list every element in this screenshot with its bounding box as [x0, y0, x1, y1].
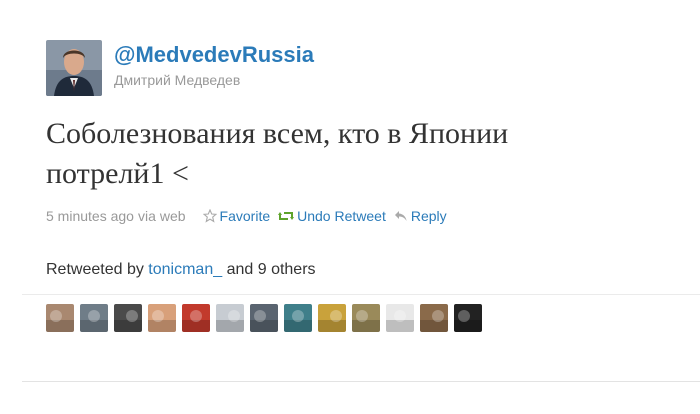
retweeted-by-suffix: and 9 others	[226, 261, 316, 278]
retweeter-link[interactable]: tonicman_	[148, 261, 222, 278]
user-avatar-icon	[250, 304, 278, 332]
retweeter-avatar[interactable]	[114, 304, 142, 332]
user-avatar-icon	[386, 304, 414, 332]
user-avatar-icon	[420, 304, 448, 332]
undo-retweet-button[interactable]: Undo Retweet	[278, 207, 386, 225]
star-icon	[202, 209, 217, 223]
retweeter-avatar[interactable]	[420, 304, 448, 332]
retweeted-by: Retweeted by tonicman_ and 9 others	[46, 260, 316, 280]
favorite-label: Favorite	[219, 208, 271, 224]
user-avatar-icon	[284, 304, 312, 332]
timestamp-link[interactable]: 5 minutes ago	[46, 207, 134, 225]
user-avatar-icon	[114, 304, 142, 332]
retweeter-avatar[interactable]	[318, 304, 346, 332]
via-label: via	[137, 208, 156, 224]
retweeter-avatar[interactable]	[250, 304, 278, 332]
tweet-text-line-2: потрелй1 <	[46, 157, 189, 190]
favorite-button[interactable]: Favorite	[202, 207, 271, 225]
reply-icon	[394, 211, 407, 221]
undo-retweet-label: Undo Retweet	[297, 208, 386, 224]
tweet-text: Соболезнования всем, кто в Японии потрелй…	[46, 114, 666, 194]
retweeted-by-prefix: Retweeted by	[46, 261, 144, 278]
reply-button[interactable]: Reply	[394, 207, 447, 225]
divider	[22, 294, 700, 295]
retweeter-avatar[interactable]	[182, 304, 210, 332]
source-link[interactable]: web	[160, 207, 186, 225]
tweet-page: @MedvedevRussia Дмитрий Медведев Соболез…	[0, 0, 700, 414]
user-avatar-icon	[46, 304, 74, 332]
retweeter-avatar[interactable]	[216, 304, 244, 332]
tweet-header: @MedvedevRussia Дмитрий Медведев	[46, 40, 314, 96]
retweeter-avatar[interactable]	[454, 304, 482, 332]
divider	[22, 381, 700, 382]
retweeter-avatar[interactable]	[386, 304, 414, 332]
full-name: Дмитрий Медведев	[114, 72, 241, 88]
screen-name-link[interactable]: @MedvedevRussia	[114, 42, 314, 68]
retweet-icon	[278, 212, 295, 220]
profile-avatar-image	[46, 40, 102, 96]
user-avatar-icon	[454, 304, 482, 332]
retweeter-avatar[interactable]	[284, 304, 312, 332]
user-avatar-icon	[318, 304, 346, 332]
reply-label: Reply	[410, 208, 447, 224]
user-avatar-icon	[182, 304, 210, 332]
user-avatar-icon	[80, 304, 108, 332]
retweeter-avatar[interactable]	[80, 304, 108, 332]
user-info: @MedvedevRussia Дмитрий Медведев	[114, 42, 314, 89]
tweet-text-line-1: Соболезнования всем, кто в Японии	[46, 117, 509, 150]
retweeter-avatar[interactable]	[148, 304, 176, 332]
user-avatar-icon	[216, 304, 244, 332]
tweet-meta: 5 minutes ago via web Favorite Undo Retw…	[46, 207, 447, 225]
retweeter-avatar[interactable]	[352, 304, 380, 332]
user-avatar-icon	[148, 304, 176, 332]
profile-avatar[interactable]	[46, 40, 102, 96]
retweeter-avatars	[46, 304, 488, 332]
user-avatar-icon	[352, 304, 380, 332]
retweeter-avatar[interactable]	[46, 304, 74, 332]
